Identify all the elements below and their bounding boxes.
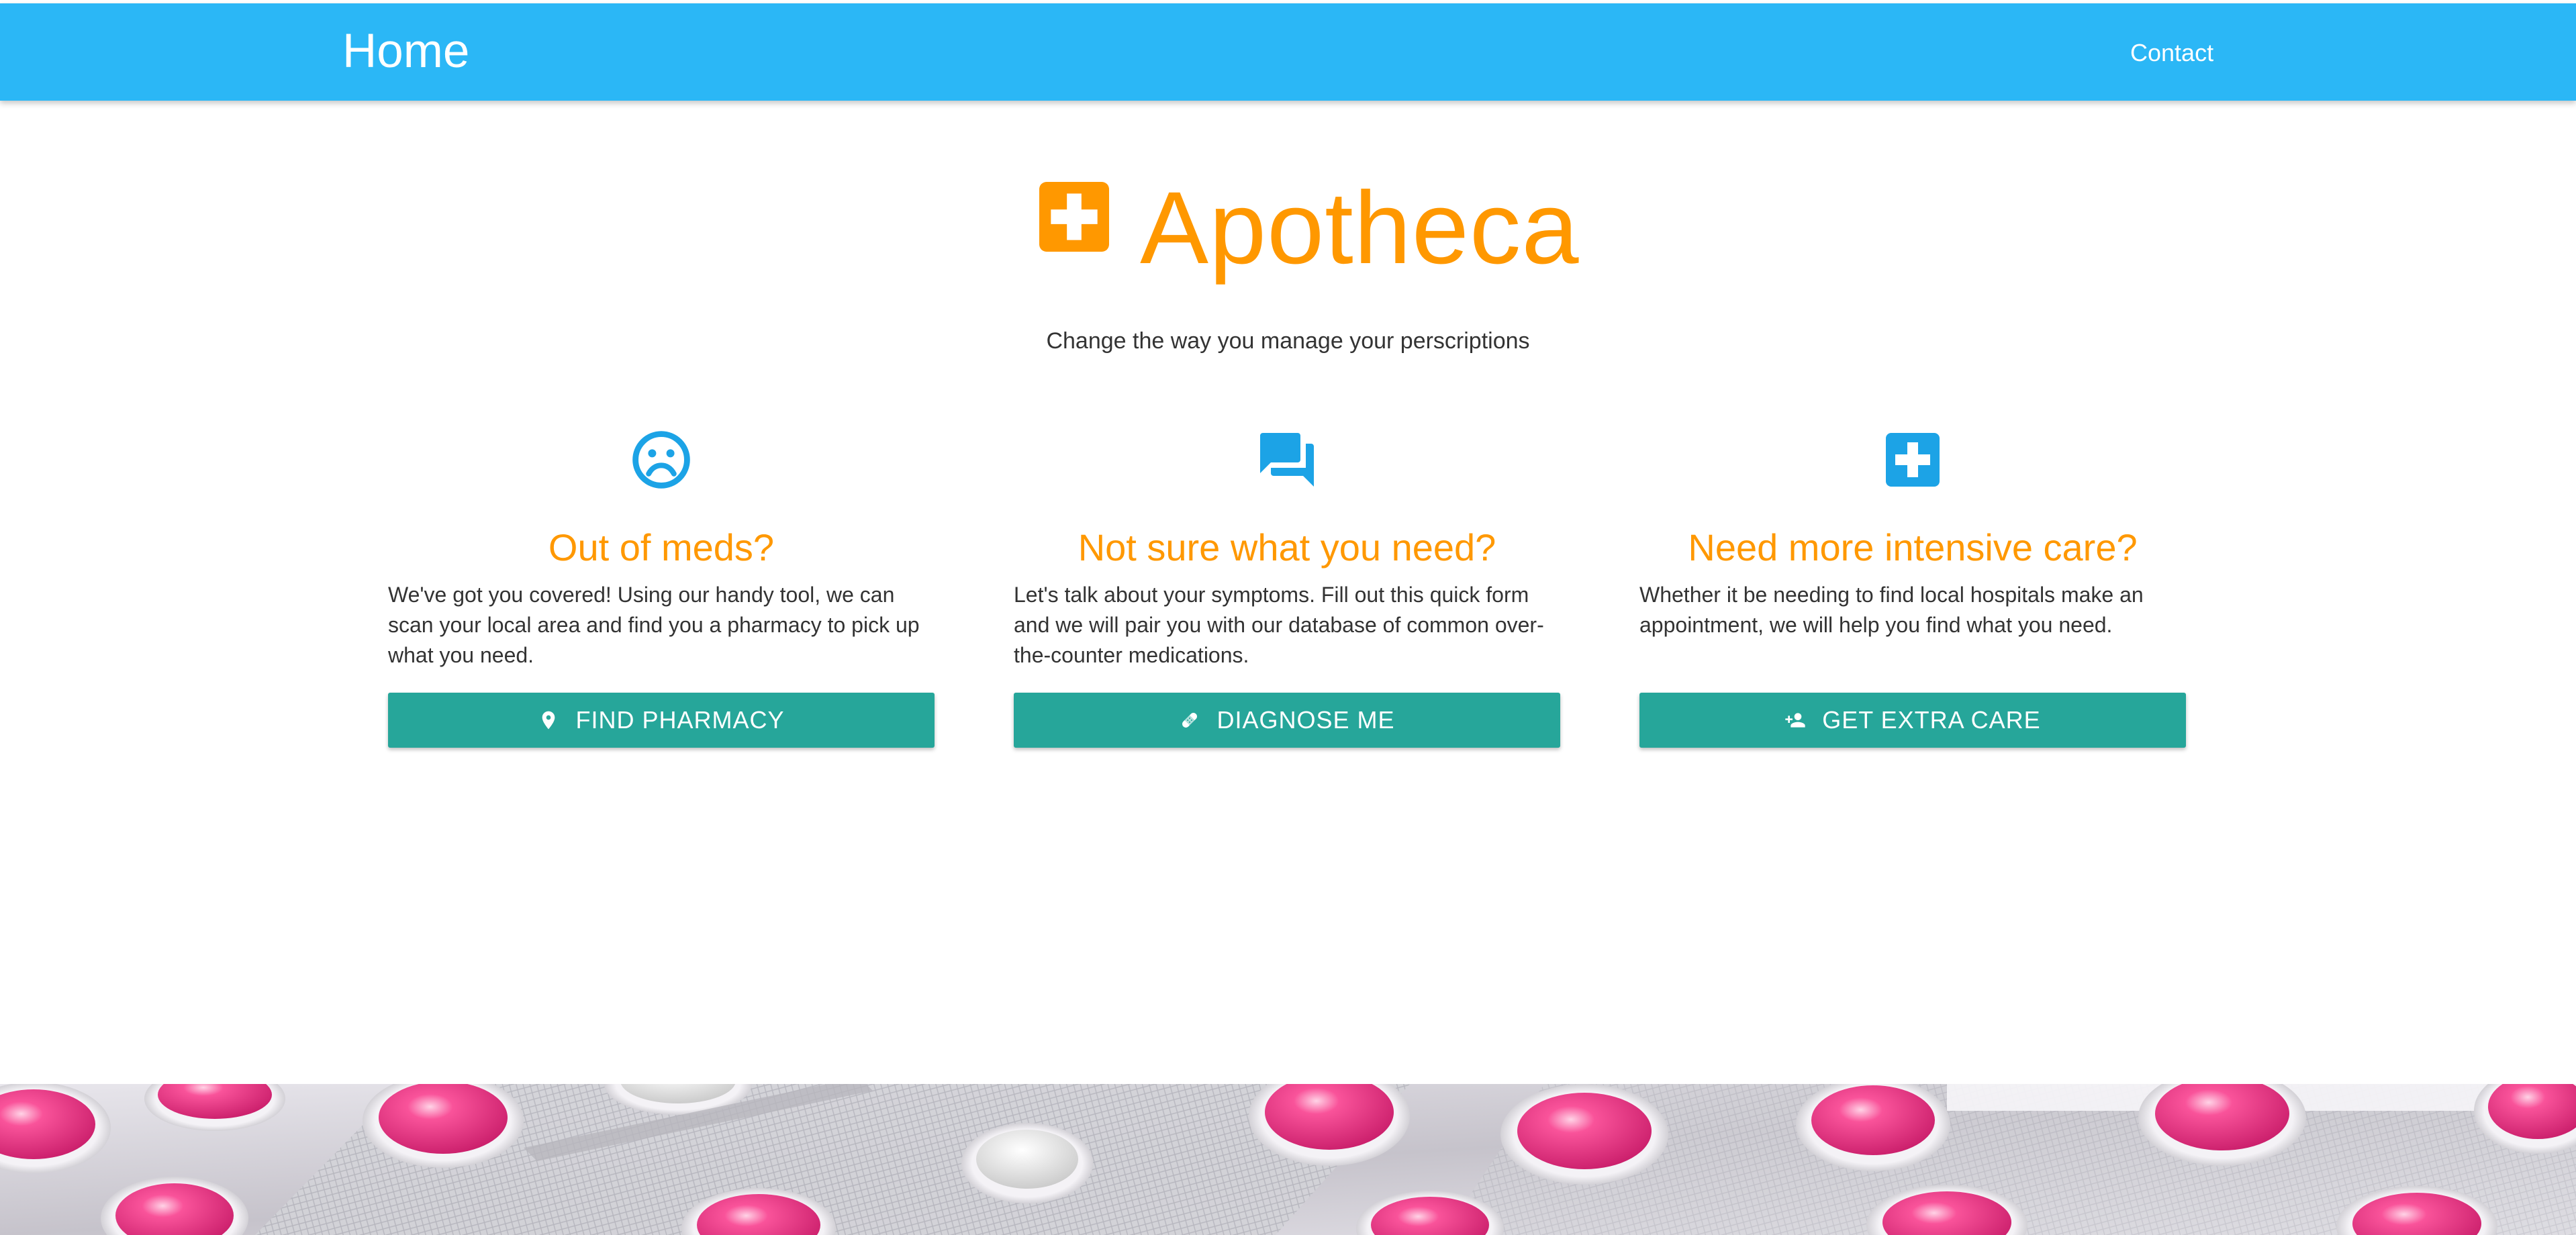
find-pharmacy-button[interactable]: FIND PHARMACY (388, 693, 935, 748)
pink-pills-blister-pack-photo (0, 1084, 2576, 1235)
contact-link[interactable]: Contact (2130, 38, 2213, 68)
add-person-icon (1785, 713, 1805, 728)
button-label: GET EXTRA CARE (1822, 706, 2041, 734)
top-navbar: Home Contact (0, 3, 2576, 101)
diagnose-me-button[interactable]: DIAGNOSE ME (1014, 693, 1560, 748)
feature-diagnose: Not sure what you need? Let's talk about… (1014, 423, 1560, 748)
feature-title: Out of meds? (548, 526, 775, 569)
hero-heading: Apotheca (1039, 161, 1580, 295)
home-link[interactable]: Home (342, 22, 469, 81)
page: Home Contact Apotheca Change the way you… (0, 0, 2576, 1235)
sad-face-icon (632, 431, 690, 489)
feature-title: Need more intensive care? (1688, 526, 2138, 569)
chat-bubbles-icon (1260, 433, 1314, 487)
tagline: Change the way you manage your perscript… (1046, 328, 1530, 354)
feature-find-pharmacy: Out of meds? We've got you covered! Usin… (388, 423, 935, 748)
feature-title: Not sure what you need? (1078, 526, 1496, 569)
feature-description: Let's talk about your symptoms. Fill out… (1014, 583, 1544, 667)
get-extra-care-button[interactable]: GET EXTRA CARE (1639, 693, 2186, 748)
feature-description: Whether it be needing to find local hosp… (1639, 583, 2144, 637)
bandage-icon (1182, 713, 1198, 728)
feature-description: We've got you covered! Using our handy t… (388, 583, 920, 667)
feature-extra-care: Need more intensive care? Whether it be … (1639, 423, 2186, 748)
site-title: Apotheca (1140, 170, 1580, 285)
button-label: DIAGNOSE ME (1217, 706, 1395, 734)
medical-cross-icon (1886, 433, 1940, 487)
location-pin-icon (542, 711, 555, 730)
button-label: FIND PHARMACY (575, 706, 785, 734)
medical-cross-icon (1039, 182, 1109, 252)
pills-banner-image (0, 1084, 2576, 1235)
